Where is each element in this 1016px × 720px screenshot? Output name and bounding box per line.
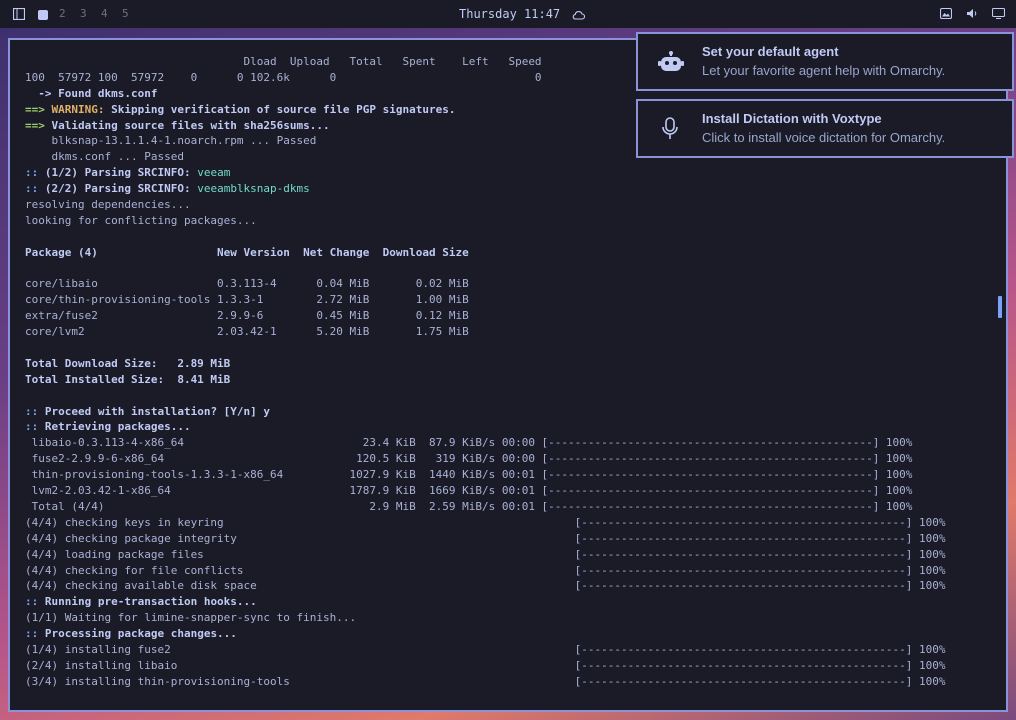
terminal-line: Total Installed Size: 8.41 MiB: [25, 372, 231, 386]
clock[interactable]: Thursday 11:47: [459, 7, 560, 21]
terminal-line: (4/4) checking keys in keyring [--------…: [25, 515, 946, 529]
terminal-line: Total (4/4) 2.9 MiB 2.59 MiB/s 00:01 [--…: [25, 499, 913, 513]
terminal-line: resolving dependencies...: [25, 198, 191, 212]
terminal-line: Package (4) New Version Net Change Downl…: [25, 245, 469, 259]
terminal-line: looking for conflicting packages...: [25, 213, 257, 227]
terminal-line: :: Retrieving packages...: [25, 420, 191, 434]
terminal-line: extra/fuse2 2.9.9-6 0.45 MiB 0.12 MiB: [25, 309, 469, 323]
terminal-line: (4/4) loading package files [-----------…: [25, 547, 946, 561]
terminal-line: thin-provisioning-tools-1.3.3-1-x86_64 1…: [25, 468, 913, 482]
terminal-line: core/libaio 0.3.113-4 0.04 MiB 0.02 MiB: [25, 277, 469, 291]
display-icon[interactable]: [991, 7, 1006, 22]
workspace-5[interactable]: 5: [122, 7, 129, 20]
screen-record-icon[interactable]: [939, 7, 953, 22]
weather-cloud-icon[interactable]: [572, 9, 586, 23]
terminal-line: Total Download Size: 2.89 MiB: [25, 356, 231, 370]
workspace-1-active-icon[interactable]: [38, 9, 48, 23]
terminal-line: :: Running pre-transaction hooks...: [25, 595, 257, 609]
notification-body: Let your favorite agent help with Omarch…: [702, 63, 946, 78]
terminal-line: (4/4) checking package integrity [------…: [25, 531, 946, 545]
terminal-line: (1/1) Waiting for limine-snapper-sync to…: [25, 611, 357, 625]
apps-grid-icon[interactable]: [12, 7, 26, 23]
terminal-line: :: Proceed with installation? [Y/n] y: [25, 404, 271, 418]
notification-title: Install Dictation with Voxtype: [702, 111, 882, 126]
terminal-line: (1/4) installing fuse2 [----------------…: [25, 642, 946, 656]
workspace-4[interactable]: 4: [101, 7, 108, 20]
terminal-line: libaio-0.3.113-4-x86_64 23.4 KiB 87.9 Ki…: [25, 436, 913, 450]
workspace-2[interactable]: 2: [59, 7, 66, 20]
volume-icon[interactable]: [966, 8, 979, 22]
notification-voxtype[interactable]: Install Dictation with Voxtype Click to …: [636, 99, 1014, 158]
notification-title: Set your default agent: [702, 44, 839, 59]
terminal-line: core/lvm2 2.03.42-1 5.20 MiB 1.75 MiB: [25, 325, 469, 339]
microphone-icon: [662, 117, 678, 146]
terminal-line: (4/4) checking available disk space [---…: [25, 579, 946, 593]
top-bar: 2 3 4 5 Thursday 11:47: [0, 0, 1016, 28]
terminal-line: :: Processing package changes...: [25, 627, 237, 641]
terminal-line: (4/4) checking for file conflicts [-----…: [25, 563, 946, 577]
notification-default-agent[interactable]: Set your default agent Let your favorite…: [636, 32, 1014, 91]
terminal-line: fuse2-2.9.9-6-x86_64 120.5 KiB 319 KiB/s…: [25, 452, 913, 466]
terminal-line: (2/4) installing libaio [---------------…: [25, 658, 946, 672]
workspace-3[interactable]: 3: [80, 7, 87, 20]
terminal-line: (3/4) installing thin-provisioning-tools…: [25, 674, 946, 688]
notification-body: Click to install voice dictation for Oma…: [702, 130, 946, 145]
terminal-line: :: (1/2) Parsing SRCINFO: veeam: [25, 166, 231, 180]
terminal-line: core/thin-provisioning-tools 1.3.3-1 2.7…: [25, 293, 469, 307]
robot-icon: [658, 51, 684, 78]
terminal-scrollbar[interactable]: [998, 296, 1002, 318]
terminal-line: lvm2-2.03.42-1-x86_64 1787.9 KiB 1669 Ki…: [25, 484, 913, 498]
terminal-line: :: (2/2) Parsing SRCINFO: veeamblksnap-d…: [25, 182, 310, 196]
